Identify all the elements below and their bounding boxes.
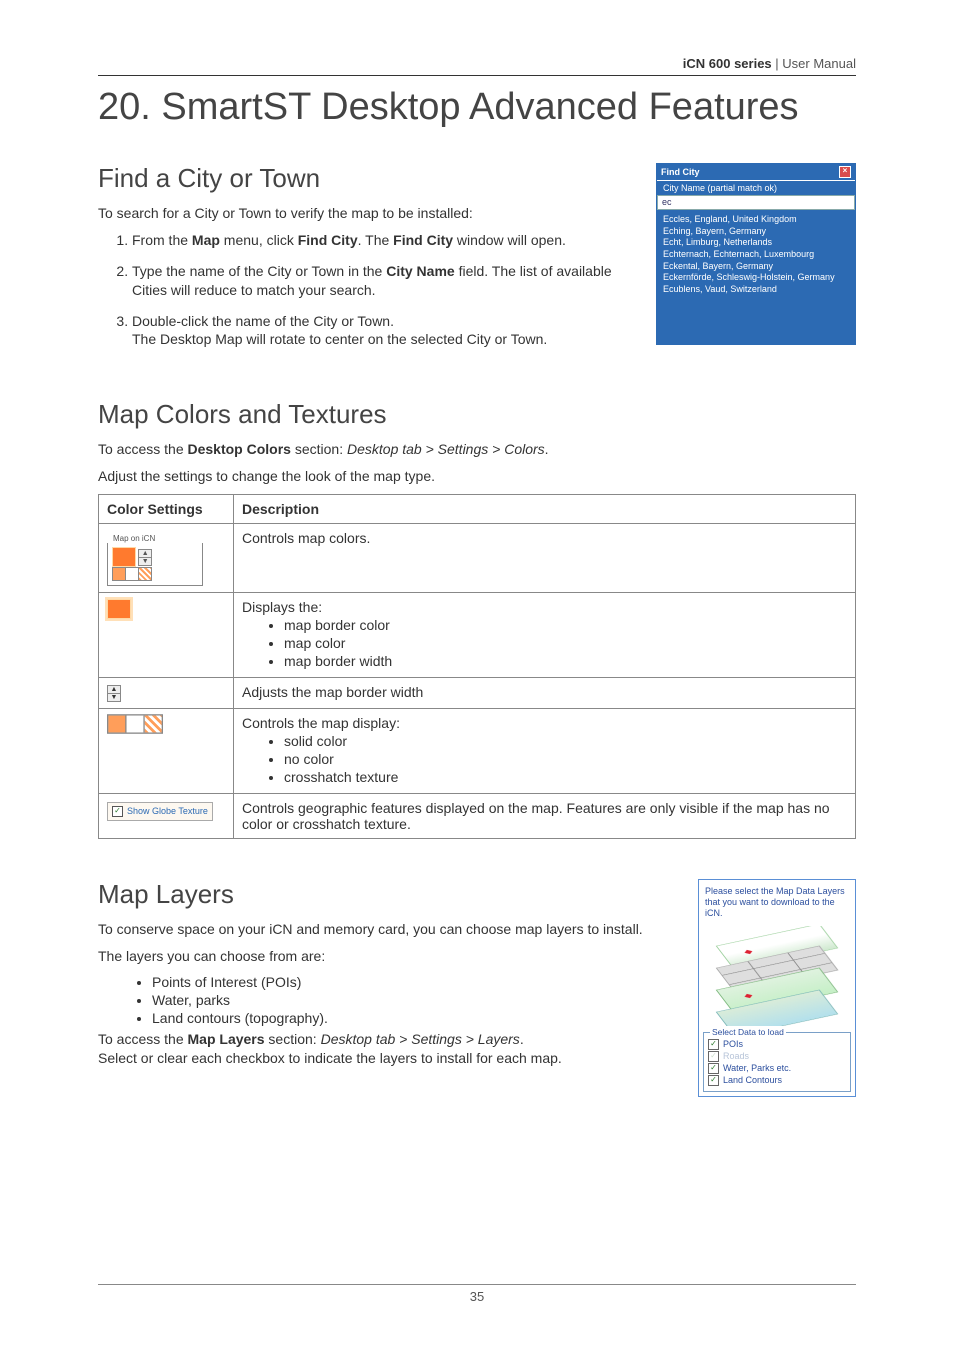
row4-list: solid color no color crosshatch texture — [284, 733, 847, 785]
layers-items: Points of Interest (POIs) Water, parks L… — [152, 974, 686, 1026]
doc-name: User Manual — [782, 56, 856, 71]
spinner-icon[interactable]: ▲▼ — [138, 549, 152, 566]
table-row: Map on iCN ▲▼ Controls map colors. — [99, 524, 856, 593]
find-city-dialog: Find City × City Name (partial match ok)… — [656, 163, 856, 345]
row4-head: Controls the map display: — [242, 715, 400, 731]
th-color-settings: Color Settings — [99, 495, 234, 524]
list-item[interactable]: Eckental, Bayern, Germany — [663, 261, 849, 273]
section-find-city-heading: Find a City or Town — [98, 163, 644, 194]
texture-toggle-icon[interactable] — [107, 714, 163, 734]
checkbox-pois[interactable]: ✓ POIs — [708, 1039, 846, 1050]
running-header: iCN 600 series | User Manual — [98, 56, 856, 71]
checkbox-icon: ✓ — [708, 1063, 719, 1074]
list-item[interactable]: Echternach, Echternach, Luxembourg — [663, 249, 849, 261]
checkbox-icon: ✓ — [708, 1075, 719, 1086]
results-list[interactable]: Eccles, England, United Kingdom Eching, … — [657, 210, 855, 344]
city-name-input[interactable]: ec — [657, 195, 855, 210]
find-city-steps: From the Map menu, click Find City. The … — [98, 231, 644, 349]
checkbox-land-contours[interactable]: ✓ Land Contours — [708, 1075, 846, 1086]
checkbox-icon: ✓ — [708, 1039, 719, 1050]
table-row: Displays the: map border color map color… — [99, 593, 856, 678]
row3-desc: Adjusts the map border width — [234, 678, 856, 709]
checkbox-icon: ✓ — [708, 1051, 719, 1062]
table-row: ▲▼ Adjusts the map border width — [99, 678, 856, 709]
chapter-title: 20. SmartST Desktop Advanced Features — [98, 86, 856, 129]
find-city-intro: To search for a City or Town to verify t… — [98, 204, 644, 223]
checkbox-roads: ✓ Roads — [708, 1051, 846, 1062]
section-colors-heading: Map Colors and Textures — [98, 399, 856, 430]
layers-illustration — [703, 926, 851, 1026]
list-item[interactable]: Eching, Bayern, Germany — [663, 226, 849, 238]
list-item[interactable]: Echt, Limburg, Netherlands — [663, 237, 849, 249]
checkbox-icon: ✓ — [112, 806, 123, 817]
page-footer: 35 — [98, 1284, 856, 1304]
spinner-icon[interactable]: ▲▼ — [107, 685, 121, 702]
list-item[interactable]: Ecublens, Vaud, Switzerland — [663, 284, 849, 296]
table-row: ✓ Show Globe Texture Controls geographic… — [99, 793, 856, 838]
colors-line1: To access the Desktop Colors section: De… — [98, 440, 856, 459]
list-item[interactable]: Eccles, England, United Kingdom — [663, 214, 849, 226]
show-globe-texture-checkbox[interactable]: ✓ Show Globe Texture — [107, 802, 213, 821]
map-layers-panel: Please select the Map Data Layers that y… — [698, 879, 856, 1097]
colors-line2: Adjust the settings to change the look o… — [98, 467, 856, 486]
close-icon[interactable]: × — [839, 166, 851, 178]
step-1: From the Map menu, click Find City. The … — [132, 231, 644, 250]
row2-list: map border color map color map border wi… — [284, 617, 847, 669]
layers-p3: To access the Map Layers section: Deskto… — [98, 1030, 686, 1068]
section-layers-heading: Map Layers — [98, 879, 686, 910]
dialog-titlebar: Find City × — [657, 164, 855, 180]
checkbox-water-parks[interactable]: ✓ Water, Parks etc. — [708, 1063, 846, 1074]
color-swatch-icon[interactable] — [107, 599, 131, 619]
step-2: Type the name of the City or Town in the… — [132, 262, 644, 300]
product-name: iCN 600 series — [683, 56, 772, 71]
row5-desc: Controls geographic features displayed o… — [234, 793, 856, 838]
step-3: Double-click the name of the City or Tow… — [132, 312, 644, 350]
header-rule — [98, 75, 856, 76]
table-row: Controls the map display: solid color no… — [99, 708, 856, 793]
row2-head: Displays the: — [242, 599, 322, 615]
layers-p2: The layers you can choose from are: — [98, 947, 686, 966]
page-number: 35 — [470, 1289, 484, 1304]
panel-text: Please select the Map Data Layers that y… — [699, 880, 855, 922]
row1-desc: Controls map colors. — [234, 524, 856, 593]
color-settings-table: Color Settings Description Map on iCN ▲▼… — [98, 494, 856, 839]
dialog-title: Find City — [661, 167, 700, 177]
th-description: Description — [234, 495, 856, 524]
layers-p1: To conserve space on your iCN and memory… — [98, 920, 686, 939]
map-on-icn-control: Map on iCN ▲▼ — [107, 530, 203, 586]
group-legend: Select Data to load — [710, 1027, 786, 1037]
color-swatch-icon[interactable] — [112, 547, 136, 567]
dialog-subtitle: City Name (partial match ok) — [657, 180, 855, 195]
list-item[interactable]: Eckernförde, Schleswig-Holstein, Germany — [663, 272, 849, 284]
select-data-group: Select Data to load ✓ POIs ✓ Roads ✓ Wat… — [703, 1032, 851, 1092]
texture-toggle-icon[interactable] — [112, 567, 152, 581]
